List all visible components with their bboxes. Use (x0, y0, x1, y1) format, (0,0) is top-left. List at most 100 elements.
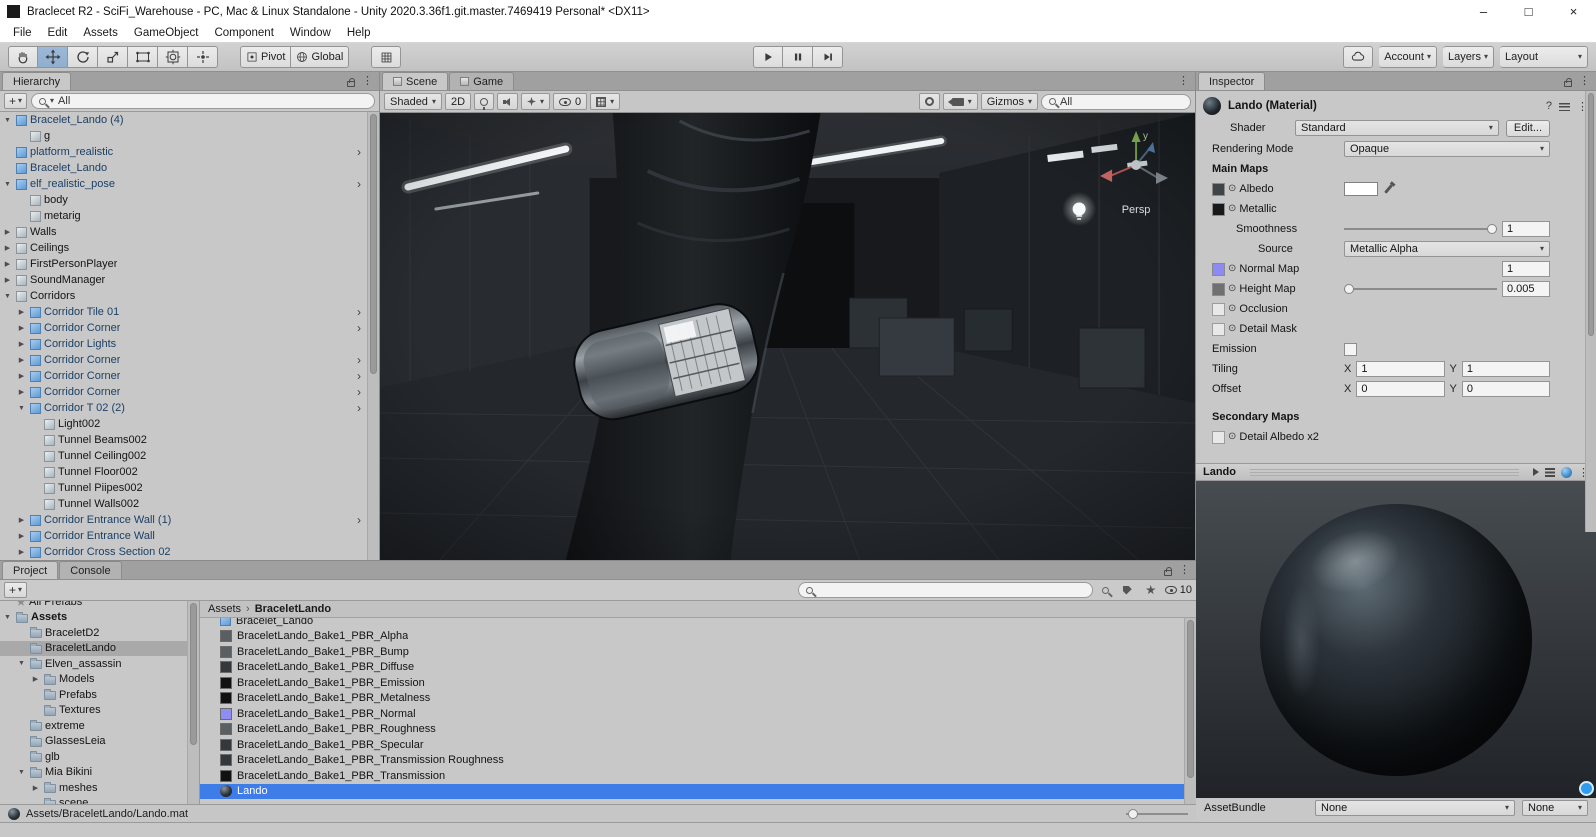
layout-dropdown[interactable]: Layout ▾ (1500, 46, 1588, 68)
expander-open-icon[interactable]: ▼ (16, 769, 27, 776)
asset-item[interactable]: Lando (200, 783, 1184, 799)
prefab-nav-arrow-icon[interactable]: › (357, 306, 361, 318)
prefab-nav-arrow-icon[interactable]: › (357, 146, 361, 158)
rendering-mode-dropdown[interactable]: Opaque ▾ (1344, 141, 1550, 157)
project-folder-item[interactable]: Textures (0, 703, 187, 719)
expander-closed-icon[interactable]: ▶ (16, 356, 27, 364)
hierarchy-item[interactable]: ▼ Corridors (0, 288, 367, 304)
expander-closed-icon[interactable]: ▶ (16, 516, 27, 524)
breadcrumb-root[interactable]: Assets (208, 603, 241, 615)
grid-snap-button[interactable] (371, 46, 402, 68)
project-tree-scrollbar[interactable] (187, 601, 199, 804)
menu-component[interactable]: Component (206, 25, 281, 41)
scene-visibility-toggle[interactable]: 0 (553, 93, 588, 110)
tab-inspector[interactable]: Inspector (1198, 72, 1266, 90)
hand-tool-button[interactable] (8, 46, 38, 68)
height-scale-field[interactable]: 0.005 (1502, 281, 1550, 297)
expander-open-icon[interactable]: ▼ (2, 614, 13, 621)
hidden-packages-toggle[interactable]: 10 (1164, 584, 1192, 596)
project-folder-item[interactable]: scene (0, 796, 187, 804)
expander-open-icon[interactable]: ▼ (16, 405, 27, 412)
presets-icon[interactable] (1559, 101, 1570, 111)
expander-closed-icon[interactable]: ▶ (30, 784, 41, 792)
draw-mode-dropdown[interactable]: Shaded ▾ (384, 93, 442, 110)
rect-tool-button[interactable] (128, 46, 158, 68)
scrollbar-thumb[interactable] (1187, 620, 1194, 779)
asset-item[interactable]: BraceletLando_Bake1_PBR_Bump (200, 644, 1184, 660)
smoothness-slider[interactable] (1344, 221, 1497, 237)
object-picker-icon[interactable]: ⊙ (1228, 284, 1236, 294)
scene-audio-toggle[interactable] (497, 93, 519, 110)
toggle-2d-button[interactable]: 2D (444, 93, 472, 110)
preview-sphere-icon[interactable] (1561, 466, 1572, 478)
hierarchy-scrollbar[interactable] (367, 112, 379, 560)
expander-closed-icon[interactable]: ▶ (2, 260, 13, 268)
hierarchy-item[interactable]: ▶ Corridor Corner › (0, 352, 367, 368)
create-object-button[interactable]: + ▾ (4, 93, 28, 109)
project-search-input[interactable] (797, 582, 1093, 598)
cloud-services-button[interactable] (1343, 46, 1374, 68)
expander-closed-icon[interactable]: ▶ (16, 388, 27, 396)
object-picker-icon[interactable]: ⊙ (1228, 432, 1236, 442)
project-folder-item[interactable]: BraceletLando (0, 640, 187, 656)
menu-window[interactable]: Window (282, 25, 339, 41)
prefab-nav-arrow-icon[interactable]: › (357, 386, 361, 398)
breadcrumb-current[interactable]: BraceletLando (255, 603, 331, 615)
hierarchy-item[interactable]: ▶ Corridor Corner › (0, 384, 367, 400)
drag-handle[interactable] (1250, 468, 1519, 476)
menu-edit[interactable]: Edit (40, 25, 76, 41)
assetbundle-variant-dropdown[interactable]: None ▾ (1522, 800, 1588, 816)
menu-file[interactable]: File (5, 25, 40, 41)
height-scale-slider[interactable] (1344, 281, 1497, 297)
prefab-nav-arrow-icon[interactable]: › (357, 178, 361, 190)
hierarchy-item[interactable]: ▼ Bracelet_Lando (4) (0, 112, 367, 128)
scene-lighting-toggle[interactable] (474, 93, 495, 110)
scene-3d-viewport[interactable]: y Persp (380, 113, 1195, 560)
prefab-nav-arrow-icon[interactable]: › (357, 370, 361, 382)
asset-item[interactable]: BraceletLando_Bake1_PBR_Diffuse (200, 660, 1184, 676)
expander-open-icon[interactable]: ▼ (2, 293, 13, 300)
expander-open-icon[interactable]: ▼ (16, 660, 27, 667)
smoothness-field[interactable]: 1 (1502, 221, 1550, 237)
metallic-texture-thumbnail[interactable] (1212, 202, 1225, 216)
object-picker-icon[interactable]: ⊙ (1228, 324, 1236, 334)
object-picker-icon[interactable]: ⊙ (1228, 264, 1236, 274)
create-asset-button[interactable]: + ▾ (4, 582, 28, 598)
lock-icon[interactable] (1164, 566, 1172, 576)
custom-tool-button[interactable] (188, 46, 218, 68)
prefab-nav-arrow-icon[interactable]: › (357, 402, 361, 414)
hierarchy-item[interactable]: ▶ Corridor Entrance Wall (1) › (0, 512, 367, 528)
hierarchy-item[interactable]: platform_realistic › (0, 144, 367, 160)
play-button[interactable] (753, 46, 783, 68)
shader-dropdown[interactable]: Standard ▾ (1295, 120, 1499, 136)
hierarchy-item[interactable]: ▶ Corridor Corner › (0, 368, 367, 384)
asset-item[interactable]: Bracelet_Lando (200, 618, 1184, 629)
scrollbar-thumb[interactable] (190, 603, 197, 746)
tab-console[interactable]: Console (59, 561, 122, 579)
hierarchy-item[interactable]: body (0, 192, 367, 208)
eyedropper-icon[interactable] (1384, 184, 1393, 194)
tiling-x-field[interactable]: 1 (1356, 361, 1445, 377)
smoothness-source-dropdown[interactable]: Metallic Alpha ▾ (1344, 241, 1550, 257)
pane-menu-icon[interactable]: ⋮ (1579, 76, 1590, 87)
hierarchy-item[interactable]: Light002 (0, 416, 367, 432)
object-picker-icon[interactable]: ⊙ (1228, 304, 1236, 314)
expander-closed-icon[interactable]: ▶ (2, 228, 13, 236)
preview-play-icon[interactable] (1533, 468, 1539, 476)
project-folder-item[interactable]: ▼ Assets (0, 610, 187, 626)
hierarchy-item[interactable]: ▶ FirstPersonPlayer (0, 256, 367, 272)
hierarchy-item[interactable]: ▶ Corridor Cross Section 02 (0, 544, 367, 560)
asset-item[interactable]: BraceletLando_Bake1_PBR_Normal (200, 706, 1184, 722)
scene-effects-dropdown[interactable]: ▾ (521, 93, 551, 110)
account-dropdown[interactable]: Account ▾ (1379, 46, 1437, 68)
material-preview-area[interactable] (1196, 481, 1596, 798)
rotate-tool-button[interactable] (68, 46, 98, 68)
detail-mask-texture-slot[interactable] (1212, 322, 1225, 336)
hierarchy-item[interactable]: Tunnel Walls002 (0, 496, 367, 512)
global-toggle-button[interactable]: Global (291, 46, 350, 68)
transform-tool-button[interactable] (158, 46, 188, 68)
object-picker-icon[interactable]: ⊙ (1228, 204, 1236, 214)
hierarchy-item[interactable]: metarig (0, 208, 367, 224)
scene-camera-dropdown[interactable]: ▾ (942, 93, 978, 110)
prefab-nav-arrow-icon[interactable]: › (357, 514, 361, 526)
